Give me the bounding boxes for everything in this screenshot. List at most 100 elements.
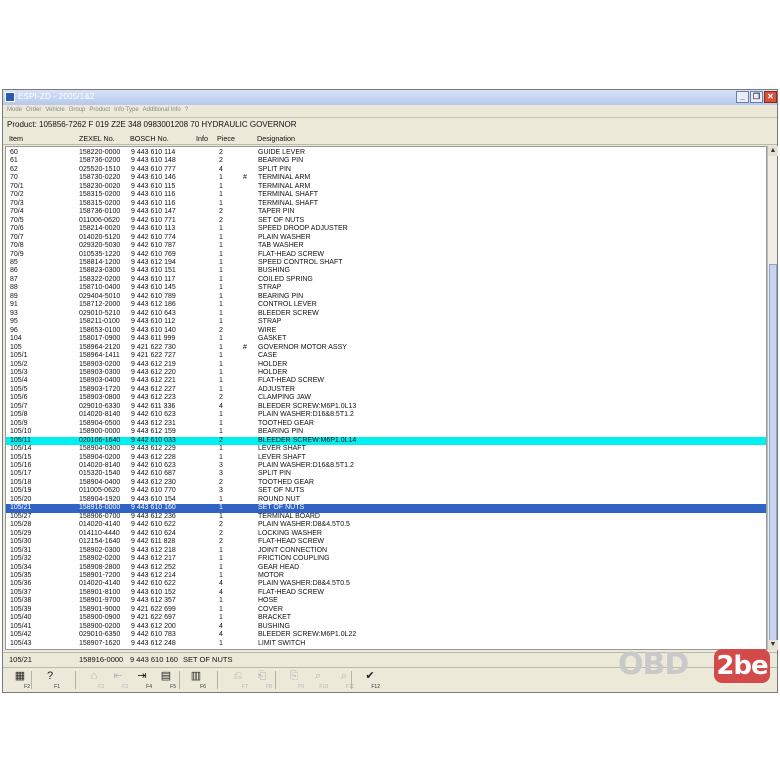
minimize-button[interactable]: _ [736, 91, 749, 103]
table-row[interactable]: 105/27 158906-0700 9 443 612 236 1 TERMINAL … [6, 513, 766, 521]
table-row[interactable]: 62 025520-1510 9 443 610 777 4 SPLIT PIN [6, 165, 766, 174]
table-row[interactable]: 105/5 158903-1720 9 443 612 227 1 ADJUSTER [6, 386, 766, 394]
table-row[interactable]: 70/1 158230-0020 9 443 610 115 1 TERMINAL AR… [6, 183, 766, 191]
toolbar-f4-button[interactable]: ⇥ F4 [131, 670, 153, 690]
table-row[interactable]: 105/29 014110-4440 9 442 610 624 2 LOCKING W… [6, 530, 766, 538]
table-row[interactable]: 105/3 158903-0300 9 443 612 220 1 HOLDER [6, 369, 766, 377]
table-row[interactable]: 85 158814-1200 9 443 612 194 1 SPEED CONTROL… [6, 258, 766, 267]
table-row[interactable]: 70/7 014020-5120 9 442 610 774 1 PLAIN WASHE… [6, 234, 766, 242]
col-item-header[interactable]: Item [9, 134, 23, 143]
table-row[interactable]: 105/39 158901-9000 9 421 622 699 1 COVER [6, 606, 766, 614]
menu-item[interactable]: Info Type [114, 105, 139, 116]
table-row[interactable]: 70/2 158315-0200 9 443 610 116 1 TERMINAL SH… [6, 191, 766, 199]
close-button[interactable]: ✕ [764, 91, 777, 103]
menu-item[interactable]: Additional Info [143, 105, 181, 116]
table-row[interactable]: 105/41 158900-0200 9 443 612 200 4 BUSHING [6, 622, 766, 631]
table-row[interactable]: 95 158211-0100 9 443 610 112 1 STRAP [6, 318, 766, 326]
col-piece-header[interactable]: Piece [217, 134, 235, 143]
table-row[interactable]: 105/37 158901-8100 9 443 610 152 4 FLAT-HEAD… [6, 589, 766, 597]
table-row[interactable]: 105/4 158903-0400 9 443 612 221 1 FLAT-HEAD … [6, 377, 766, 385]
toolbar-f1-button[interactable]: ? F1 [39, 670, 61, 690]
toolbar-f2-button[interactable]: ▦ F2 [9, 670, 31, 690]
table-row[interactable]: 105/36 014020-4140 9 442 610 622 4 PLAIN WAS… [6, 580, 766, 588]
toolbar-f9-button[interactable]: ⎘ F9 [283, 670, 305, 690]
scroll-thumb[interactable] [769, 264, 777, 644]
cell-piece: 1 [219, 258, 223, 266]
table-row[interactable]: 70/8 029320-5030 9 442 610 787 1 TAB WASHER [6, 242, 766, 250]
toolbar-f5-button[interactable]: ▤ F5 [155, 670, 177, 690]
table-row[interactable]: 105/16 014020-8140 9 442 610 623 3 PLAIN WAS… [6, 462, 766, 470]
cell-zexel: 158901-9700 [79, 597, 121, 605]
menu-item[interactable]: ? [185, 105, 188, 116]
table-row[interactable]: 87 158322-0200 9 443 610 117 1 COILED SPRING [6, 276, 766, 284]
table-row[interactable]: 105/11 020106-1640 9 442 610 033 2 BLEEDER S… [6, 436, 766, 446]
col-info-header[interactable]: Info [196, 134, 208, 143]
restore-button[interactable]: ❐ [750, 91, 763, 103]
table-row[interactable]: 70/3 158315-0200 9 443 610 116 1 TERMINAL SH… [6, 200, 766, 208]
table-row[interactable]: 105/15 158904-0200 9 443 612 228 1 LEVER SHA… [6, 454, 766, 462]
menu-item[interactable]: Group [69, 105, 86, 116]
table-row[interactable]: 70/5 011006-0620 9 442 610 771 2 SET OF NUTS [6, 217, 766, 225]
cell-item: 96 [10, 326, 18, 334]
table-row[interactable]: 70/6 158214-0020 9 443 610 113 1 SPEED DROOP… [6, 225, 766, 233]
menu-item[interactable]: Order [26, 105, 41, 116]
toolbar-f10-button[interactable]: ⌕ F10 [307, 670, 329, 690]
table-row[interactable]: 105/31 158902-0300 9 443 612 218 1 JOINT CON… [6, 547, 766, 555]
col-bosch-header[interactable]: BOSCH No. [130, 134, 169, 143]
table-row[interactable]: 105/19 011005-0620 9 442 610 770 3 SET OF NU… [6, 487, 766, 495]
cell-bosch: 9 443 610 151 [131, 267, 176, 275]
table-row[interactable]: 105/40 158900-0900 9 421 622 697 1 BRACKET [6, 614, 766, 622]
table-row[interactable]: 105/6 158903-0800 9 443 612 223 2 CLAMPING J… [6, 394, 766, 402]
cell-desig: TOOTHED GEAR [258, 478, 314, 486]
table-row[interactable]: 86 158823-0300 9 443 610 151 1 BUSHING [6, 267, 766, 275]
toolbar-f12-button[interactable]: ✔ F12 [359, 670, 381, 690]
table-row[interactable]: 105/28 014020-4140 9 442 610 622 2 PLAIN WAS… [6, 521, 766, 529]
cell-desig: SPLIT PIN [258, 165, 291, 173]
table-row[interactable]: 105/38 158901-9700 9 443 612 357 1 HOSE [6, 597, 766, 605]
table-row[interactable]: 88 158710-0400 9 443 610 145 1 STRAP [6, 284, 766, 292]
table-row[interactable]: 105/7 029010-6330 9 442 611 336 4 BLEEDER SC… [6, 403, 766, 411]
col-designation-header[interactable]: Designation [257, 134, 295, 143]
table-row[interactable]: 105/8 014020-8140 9 442 610 623 1 PLAIN WASH… [6, 411, 766, 419]
col-zexel-header[interactable]: ZEXEL No. [79, 134, 115, 143]
table-row[interactable]: 105/20 158904-1920 9 443 610 154 1 ROUND NUT [6, 496, 766, 504]
table-row[interactable]: 91 158712-2000 9 443 612 186 1 CONTROL LEVER [6, 301, 766, 309]
cell-item: 105/38 [10, 597, 32, 605]
table-row[interactable]: 105/30 012154-1640 9 442 611 828 2 FLAT-HEAD… [6, 538, 766, 546]
table-row[interactable]: 105/21 158916-0000 9 443 610 160 1 SET OF NU… [6, 504, 766, 513]
table-row[interactable]: 105/14 158904-0300 9 443 612 229 1 LEVER SHA… [6, 445, 766, 453]
toolbar-f8-button[interactable]: ⎗ F8 [251, 670, 273, 690]
table-row[interactable]: 105/1 158964-1411 9 421 622 727 1 CASE [6, 352, 766, 360]
menu-item[interactable]: Vehicle [45, 105, 64, 116]
table-row[interactable]: 60 158220-0000 9 443 610 114 2 GUIDE LEVER [6, 149, 766, 157]
menu-item[interactable]: Product [89, 105, 110, 116]
toolbar-f3-button[interactable]: ⌂ F3 [83, 670, 105, 690]
toolbar-f3b-button[interactable]: ⇤ F3 [107, 670, 129, 690]
table-row[interactable]: 105/10 158900-0000 9 443 612 159 1 BEARING P… [6, 428, 766, 436]
table-row[interactable]: 89 029404-5010 9 442 610 789 1 BEARING PIN [6, 293, 766, 301]
toolbar-f7-button[interactable]: ⎌ F7 [227, 670, 249, 690]
table-row[interactable]: 70 158730-0220 9 443 610 146 1 # TERMINAL ARM [6, 174, 766, 182]
table-row[interactable]: 93 029010-5210 9 442 610 643 1 BLEEDER SCREW [6, 310, 766, 318]
table-row[interactable]: 105/42 029010-6350 9 442 610 783 4 BLEEDER S… [6, 631, 766, 639]
cell-desig: BUSHING [258, 622, 290, 630]
scroll-up-arrow-icon[interactable]: ▲ [768, 146, 778, 156]
table-row[interactable]: 105 158964-2120 9 421 622 730 1 # GOVERNOR MO… [6, 344, 766, 352]
table-row[interactable]: 96 158653-0100 9 443 610 140 2 WIRE [6, 326, 766, 335]
table-row[interactable]: 70/4 158736-0100 9 443 610 147 2 TAPER PIN [6, 208, 766, 216]
table-row[interactable]: 70/9 010535-1220 9 442 610 769 1 FLAT-HEAD S… [6, 251, 766, 259]
cell-bosch: 9 443 612 230 [131, 478, 176, 486]
table-row[interactable]: 105/32 158902-0200 9 443 612 217 1 FRICTION … [6, 555, 766, 563]
table-row[interactable]: 105/2 158903-0200 9 443 612 219 1 HOLDER [6, 361, 766, 369]
menu-item[interactable]: Mode [7, 105, 22, 116]
table-row[interactable]: 105/9 158904-0500 9 443 612 231 1 TOOTHED GE… [6, 420, 766, 428]
table-row[interactable]: 105/18 158904-0400 9 443 612 230 2 TOOTHED G… [6, 478, 766, 487]
toolbar-f6-button[interactable]: ▥ F6 [185, 670, 207, 690]
parts-list[interactable]: 60 158220-0000 9 443 610 114 2 GUIDE LEVER 61… [5, 146, 767, 650]
table-row[interactable]: 105/17 015320-1540 9 442 610 687 3 SPLIT PIN [6, 470, 766, 478]
table-row[interactable]: 105/34 158908-2800 9 443 612 252 1 GEAR HEAD [6, 564, 766, 572]
table-row[interactable]: 61 158736-0200 9 443 610 148 2 BEARING PIN [6, 157, 766, 165]
table-row[interactable]: 104 158017-0900 9 443 611 999 1 GASKET [6, 335, 766, 343]
vertical-scrollbar[interactable]: ▲ ▼ [767, 146, 778, 650]
table-row[interactable]: 105/35 158901-7200 9 443 612 214 1 MOTOR [6, 572, 766, 580]
